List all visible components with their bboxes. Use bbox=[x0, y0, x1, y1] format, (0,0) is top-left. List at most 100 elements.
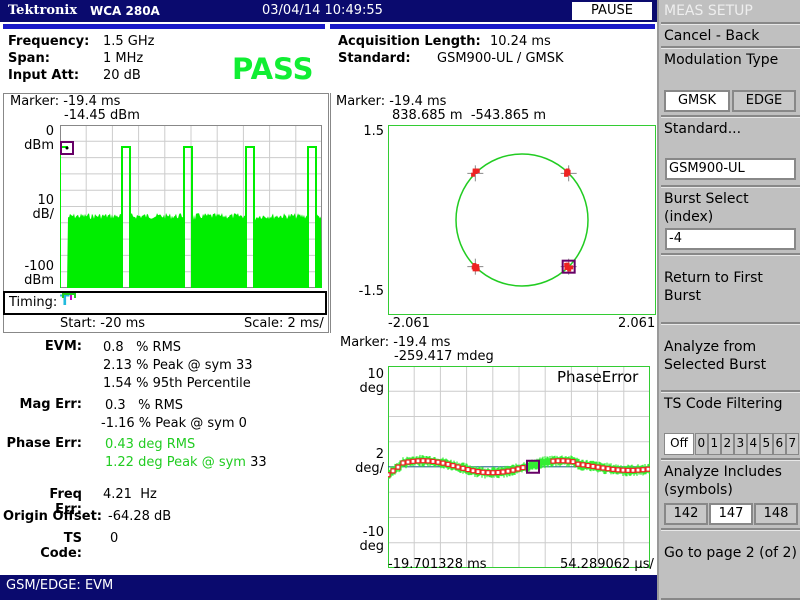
symbol-point bbox=[615, 467, 621, 473]
burst-edge bbox=[121, 146, 131, 288]
return-first-burst-button[interactable]: Return to First Burst bbox=[661, 255, 800, 324]
symbol-point bbox=[565, 262, 570, 267]
burst-select-label: Burst Select (index) bbox=[664, 191, 749, 225]
constellation-plot[interactable] bbox=[388, 125, 656, 315]
symbol-point bbox=[515, 466, 521, 472]
modulation-type-label: Modulation Type bbox=[664, 52, 779, 68]
phase-y-bottom: -10 deg bbox=[359, 525, 384, 554]
const-x-left: -2.061 bbox=[388, 316, 430, 331]
pvt-marker-time: Marker: -19.4 ms bbox=[10, 94, 121, 109]
symbol-point bbox=[630, 467, 636, 473]
symbol-point bbox=[410, 458, 416, 464]
ts-option-7[interactable]: 7 bbox=[786, 433, 799, 455]
evm-values: 0.8 % RMS 2.13 % Peak @ sym 33 1.54 % 95th… bbox=[103, 340, 253, 391]
evm-label: EVM: bbox=[44, 339, 82, 354]
go-to-page-2-button[interactable]: Go to page 2 (of 2) bbox=[661, 530, 800, 600]
phase-marker-value: -259.417 mdeg bbox=[394, 349, 494, 364]
symbol-point bbox=[520, 465, 526, 471]
divider bbox=[3, 24, 325, 29]
standard-key[interactable]: Standard... GSM900-UL bbox=[661, 117, 800, 187]
ts-code-value: 0 bbox=[110, 531, 119, 546]
ts-option-4[interactable]: 4 bbox=[747, 433, 760, 455]
ts-option-5[interactable]: 5 bbox=[760, 433, 773, 455]
symbol-point bbox=[570, 459, 576, 465]
timing-tick-icon bbox=[70, 295, 72, 300]
symbol-point bbox=[465, 466, 471, 473]
symbol-point bbox=[480, 469, 486, 475]
analyze-selected-burst-button[interactable]: Analyze from Selected Burst bbox=[661, 324, 800, 392]
standard-key-label: Standard... bbox=[664, 121, 742, 137]
timing-bracket-icon bbox=[62, 293, 76, 298]
phase-y-mid: 2 deg/ bbox=[355, 447, 384, 476]
const-marker-time: Marker: -19.4 ms bbox=[336, 94, 447, 109]
symbol-point bbox=[610, 466, 616, 472]
ts-option-2[interactable]: 2 bbox=[721, 433, 734, 455]
ts-option-1[interactable]: 1 bbox=[708, 433, 721, 455]
pvt-marker-value: -14.45 dBm bbox=[64, 108, 140, 123]
symbol-point bbox=[500, 469, 506, 475]
brand-logo: Tektronix bbox=[8, 3, 78, 18]
softkey-panel: MEAS SETUP Cancel - Back Modulation Type… bbox=[657, 0, 800, 600]
symbol-point bbox=[505, 468, 511, 474]
symbol-point bbox=[645, 466, 650, 472]
symbol-point bbox=[495, 469, 501, 476]
burst-edge bbox=[307, 146, 317, 288]
phase-error-plot[interactable] bbox=[388, 366, 650, 568]
phase-plot-title: PhaseError bbox=[557, 368, 639, 386]
modulation-type-key[interactable]: Modulation Type GMSK EDGE bbox=[661, 48, 800, 117]
symbol-point bbox=[415, 458, 421, 464]
symbol-point bbox=[625, 467, 631, 473]
symbol-point bbox=[566, 171, 571, 176]
burst-select-key[interactable]: Burst Select (index) -4 bbox=[661, 187, 800, 255]
phase-marker-time: Marker: -19.4 ms bbox=[340, 335, 451, 350]
sym-option-148[interactable]: 148 bbox=[754, 503, 798, 525]
const-marker-value: 838.685 m -543.865 m bbox=[392, 108, 547, 123]
symbol-point bbox=[470, 468, 476, 474]
symbol-point bbox=[475, 469, 481, 475]
symbol-point bbox=[635, 467, 641, 473]
symbol-point bbox=[640, 467, 646, 473]
ts-option-off[interactable]: Off bbox=[664, 433, 694, 455]
origin-offset-value: -64.28 dB bbox=[108, 509, 172, 524]
mod-option-gmsk[interactable]: GMSK bbox=[664, 90, 730, 112]
sym-option-142[interactable]: 142 bbox=[664, 503, 708, 525]
analyze-includes-key[interactable]: Analyze Includes (symbols) 142 147 148 bbox=[661, 460, 800, 530]
pause-button[interactable]: PAUSE bbox=[572, 2, 652, 20]
sym-option-147[interactable]: 147 bbox=[709, 503, 753, 525]
burst-index-input[interactable]: -4 bbox=[665, 228, 796, 250]
symbol-point bbox=[620, 467, 626, 473]
symbol-point bbox=[395, 464, 401, 470]
symbol-point bbox=[595, 464, 601, 470]
symbol-point bbox=[580, 462, 586, 468]
pvt-scale: Scale: 2 ms/ bbox=[244, 316, 324, 331]
symbol-point bbox=[390, 468, 396, 474]
phase-x-scale: 54.289062 µs/ bbox=[560, 557, 654, 572]
span-value: 1 MHz bbox=[103, 51, 144, 66]
timing-label: Timing: bbox=[9, 295, 58, 310]
ts-code-filtering-key[interactable]: TS Code Filtering Off 0 1 2 3 4 5 6 7 bbox=[661, 392, 800, 460]
ts-option-0[interactable]: 0 bbox=[695, 433, 708, 455]
standard-value: GSM900-UL / GMSK bbox=[437, 51, 564, 66]
mag-err-label: Mag Err: bbox=[19, 397, 82, 412]
symbol-point bbox=[555, 458, 561, 464]
acq-length-label: Acquisition Length: bbox=[338, 34, 481, 49]
ts-option-6[interactable]: 6 bbox=[773, 433, 786, 455]
ts-code-label: TS Code: bbox=[40, 531, 82, 561]
symbol-point bbox=[569, 265, 574, 270]
const-x-right: 2.061 bbox=[618, 316, 656, 331]
symbol-point bbox=[455, 464, 461, 470]
symbol-point bbox=[435, 459, 441, 465]
symbol-point bbox=[473, 170, 478, 175]
mod-option-edge[interactable]: EDGE bbox=[732, 90, 796, 112]
span-label: Span: bbox=[8, 51, 50, 66]
symbol-point bbox=[490, 470, 496, 476]
pvt-start: Start: -20 ms bbox=[60, 316, 146, 331]
symbol-point bbox=[400, 460, 406, 466]
const-y-top: 1.5 bbox=[363, 124, 384, 139]
cancel-back-button[interactable]: Cancel - Back bbox=[661, 24, 800, 48]
frequency-label: Frequency: bbox=[8, 34, 90, 49]
pvt-y-top: 0 dBm bbox=[24, 124, 54, 153]
ts-option-3[interactable]: 3 bbox=[734, 433, 747, 455]
power-vs-time-plot[interactable] bbox=[60, 125, 322, 288]
standard-input[interactable]: GSM900-UL bbox=[665, 158, 796, 180]
